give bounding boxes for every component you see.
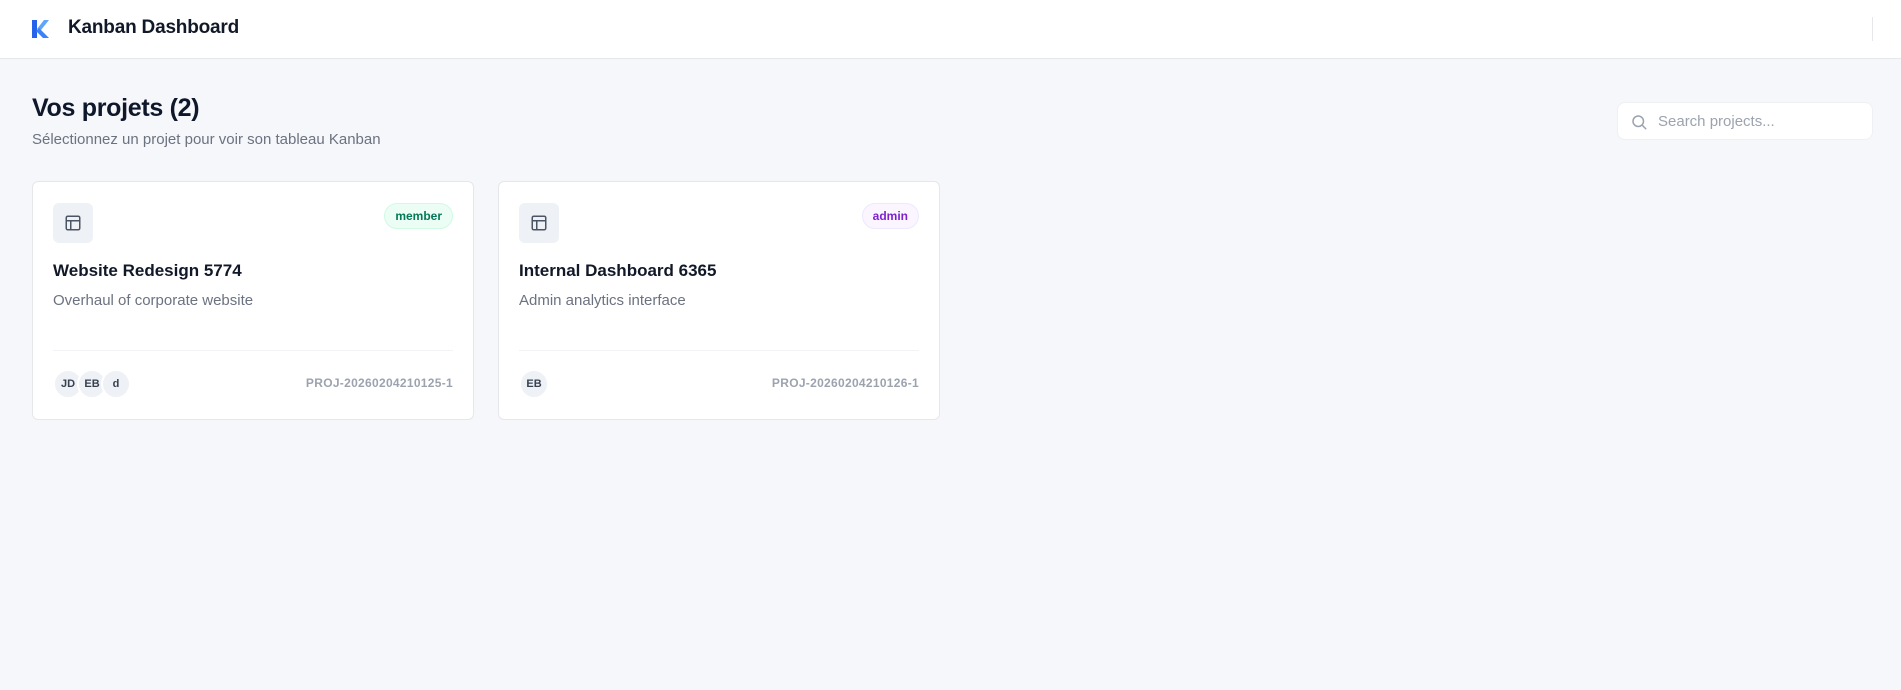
search-icon <box>1632 115 1647 130</box>
project-description: Admin analytics interface <box>519 292 686 309</box>
project-description: Overhaul of corporate website <box>53 292 254 309</box>
project-code: PROJ-20260204210125-1 <box>305 376 453 390</box>
board-layout-icon <box>65 215 81 231</box>
card-divider <box>53 350 453 351</box>
project-icon-box <box>53 203 93 243</box>
page-subtitle: Sélectionnez un projet pour voir son tab… <box>32 131 381 148</box>
top-navbar: Kanban Dashboard <box>0 0 1901 59</box>
search-box[interactable] <box>1617 102 1873 140</box>
search-input[interactable] <box>1658 103 1866 139</box>
avatar: EB <box>519 369 549 399</box>
project-card[interactable]: member Website Redesign 5774 Overhaul of… <box>32 181 474 420</box>
project-title: Internal Dashboard 6365 <box>519 261 717 280</box>
member-avatars: JD EB d <box>53 369 131 399</box>
project-title: Website Redesign 5774 <box>53 261 242 280</box>
kanban-logo-icon[interactable] <box>30 19 50 39</box>
project-card[interactable]: admin Internal Dashboard 6365 Admin anal… <box>498 181 940 420</box>
card-divider <box>519 350 919 351</box>
page-title: Vos projets (2) <box>32 94 200 122</box>
project-icon-box <box>519 203 559 243</box>
board-layout-icon <box>531 215 547 231</box>
app-title: Kanban Dashboard <box>68 17 239 38</box>
topbar-divider <box>1872 17 1873 41</box>
avatar: d <box>101 369 131 399</box>
member-avatars: EB <box>519 369 549 399</box>
role-badge: admin <box>861 203 919 229</box>
project-code: PROJ-20260204210126-1 <box>771 376 919 390</box>
role-badge: member <box>384 203 453 229</box>
